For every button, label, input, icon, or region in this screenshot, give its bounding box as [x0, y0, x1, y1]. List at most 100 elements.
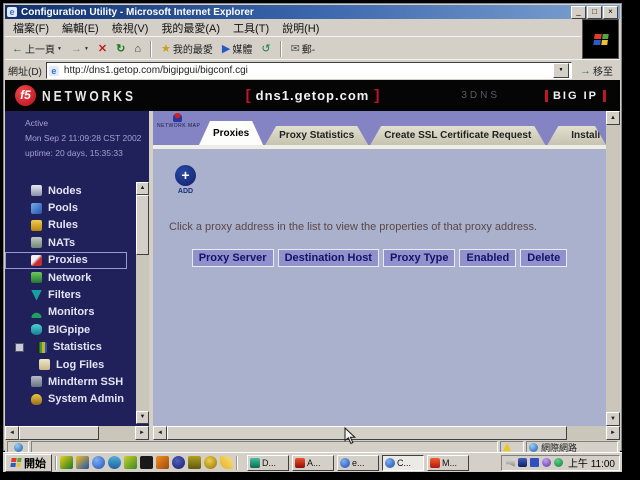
menu-help[interactable]: 說明(H) [282, 20, 319, 36]
menu-favorites[interactable]: 我的最愛(A) [161, 20, 220, 36]
hostname-display: [dns1.getop.com] [5, 87, 620, 105]
task-button-1[interactable]: D... [247, 455, 289, 471]
back-dropdown-icon[interactable]: ▼ [57, 46, 62, 52]
mail-button[interactable]: ✉ 郵- [288, 40, 319, 57]
quicklaunch-icon[interactable] [76, 456, 89, 469]
stop-button[interactable]: ✕ [95, 42, 110, 56]
sidebar-item-nodes[interactable]: Nodes [5, 182, 136, 199]
sidebar-item-nats[interactable]: NATs [5, 234, 136, 251]
quicklaunch-icon[interactable] [60, 456, 73, 469]
tab-proxy-statistics[interactable]: Proxy Statistics [265, 126, 368, 145]
go-button[interactable]: → 移至 [576, 63, 617, 78]
quicklaunch-icon[interactable] [220, 456, 233, 469]
task-button-2[interactable]: A... [292, 455, 334, 471]
quicklaunch-icon[interactable] [124, 456, 137, 469]
scroll-right-icon[interactable]: ► [135, 426, 149, 440]
scroll-right-icon[interactable]: ► [606, 426, 620, 440]
scroll-down-icon[interactable]: ▼ [136, 411, 149, 424]
tab-proxies[interactable]: Proxies [199, 121, 263, 145]
quicklaunch-icon[interactable] [156, 456, 169, 469]
sidebar-item-filters[interactable]: Filters [5, 286, 136, 303]
menu-edit[interactable]: 編輯(E) [62, 20, 99, 36]
sidebar-item-bigpipe[interactable]: BIGpipe [5, 321, 136, 338]
browser-window: e Configuration Utility - Microsoft Inte… [3, 3, 622, 451]
scroll-up-icon[interactable]: ▲ [606, 111, 620, 125]
ime-icon[interactable] [530, 458, 539, 467]
scroll-up-icon[interactable]: ▲ [136, 182, 149, 195]
forward-icon: → [71, 43, 82, 55]
maximize-button[interactable]: □ [587, 6, 602, 19]
title-bar[interactable]: e Configuration Utility - Microsoft Inte… [5, 5, 620, 19]
bigpipe-icon [31, 324, 42, 335]
f5-banner: f5 NETWORKS [dns1.getop.com] 3DNS BIG IP [5, 80, 620, 111]
sidebar-item-log-files[interactable]: Log Files [5, 356, 136, 373]
tab-create-ssl-certificate-request[interactable]: Create SSL Certificate Request [370, 126, 545, 145]
ie-throbber [582, 19, 619, 59]
quicklaunch-icon[interactable] [188, 456, 201, 469]
expand-icon[interactable] [15, 343, 24, 352]
close-button[interactable]: × [603, 6, 618, 19]
tab-install-ssl-certificate[interactable]: Install SSL Certif [547, 126, 606, 145]
sidebar-item-mindterm-ssh[interactable]: Mindterm SSH [5, 373, 136, 390]
logfiles-icon [39, 359, 50, 370]
sidebar-item-system-admin[interactable]: System Admin [5, 391, 136, 408]
sidebar-item-proxies[interactable]: Proxies [5, 252, 127, 269]
go-arrow-icon: → [580, 65, 591, 77]
back-button[interactable]: ← 上一頁 ▼ [9, 40, 65, 57]
favorites-button[interactable]: ★ 我的最愛 [158, 40, 216, 57]
refresh-button[interactable]: ↻ [113, 42, 128, 56]
task-app-icon [385, 458, 395, 468]
scrollbar-thumb[interactable] [136, 195, 149, 255]
taskbar-separator [236, 456, 238, 470]
menu-file[interactable]: 檔案(F) [13, 20, 49, 36]
column-header-delete: Delete [520, 249, 567, 267]
task-button-5[interactable]: M... [427, 455, 469, 471]
sidebar-horizontal-scrollbar[interactable]: ◄ ► [5, 426, 149, 440]
hostname: dns1.getop.com [251, 88, 375, 103]
sidebar-item-rules[interactable]: Rules [5, 217, 136, 234]
quicklaunch-icon[interactable] [204, 456, 217, 469]
network-map-widget[interactable]: NETWORK MAP [157, 113, 197, 129]
favorites-icon: ★ [161, 43, 171, 55]
scroll-left-icon[interactable]: ◄ [153, 426, 167, 440]
forward-dropdown-icon[interactable]: ▼ [84, 46, 89, 52]
home-button[interactable]: ⌂ [131, 42, 144, 56]
network-map-label: NETWORK MAP [157, 123, 197, 129]
scrollbar-thumb[interactable] [167, 426, 567, 440]
menu-view[interactable]: 檢視(V) [112, 20, 149, 36]
product-3dns-label: 3DNS [461, 90, 500, 101]
start-button[interactable]: 開始 [5, 454, 52, 472]
scheduler-icon[interactable] [542, 458, 551, 467]
main-vertical-scrollbar[interactable]: ▲ ▼ [606, 111, 620, 426]
history-button[interactable]: ↺ [258, 42, 273, 56]
sidebar-item-monitors[interactable]: Monitors [5, 304, 136, 321]
sidebar-item-statistics[interactable]: Statistics [5, 339, 136, 356]
menu-tools[interactable]: 工具(T) [233, 20, 269, 36]
scrollbar-thumb[interactable] [19, 426, 99, 440]
status-active: Active [25, 116, 149, 131]
media-button[interactable]: ▶ 媒體 [219, 40, 255, 57]
add-button[interactable]: + [175, 165, 196, 186]
sidebar-vertical-scrollbar[interactable]: ▲ ▼ [136, 182, 149, 424]
minimize-button[interactable]: _ [571, 6, 586, 19]
task-button-4-active[interactable]: C... [382, 455, 424, 471]
address-input[interactable] [62, 64, 550, 78]
quicklaunch-icon[interactable] [92, 456, 105, 469]
scroll-down-icon[interactable]: ▼ [606, 412, 620, 426]
forward-button[interactable]: → ▼ [68, 42, 92, 56]
warning-icon [503, 443, 511, 451]
task-button-3[interactable]: e... [337, 455, 379, 471]
scroll-left-icon[interactable]: ◄ [5, 426, 19, 440]
sidebar-item-pools[interactable]: Pools [5, 199, 136, 216]
network-tray-icon[interactable] [518, 458, 527, 467]
quicklaunch-icon[interactable] [108, 456, 121, 469]
volume-icon[interactable] [506, 458, 515, 467]
quicklaunch-icon[interactable] [172, 456, 185, 469]
address-dropdown-icon[interactable]: ▼ [553, 63, 569, 78]
url-page-icon: e [49, 66, 59, 76]
antivirus-icon[interactable] [554, 458, 563, 467]
quicklaunch-icon[interactable] [140, 456, 153, 469]
mouse-cursor [344, 427, 356, 450]
main-horizontal-scrollbar[interactable]: ◄ ► [153, 426, 620, 440]
sidebar-item-network[interactable]: Network [5, 269, 136, 286]
